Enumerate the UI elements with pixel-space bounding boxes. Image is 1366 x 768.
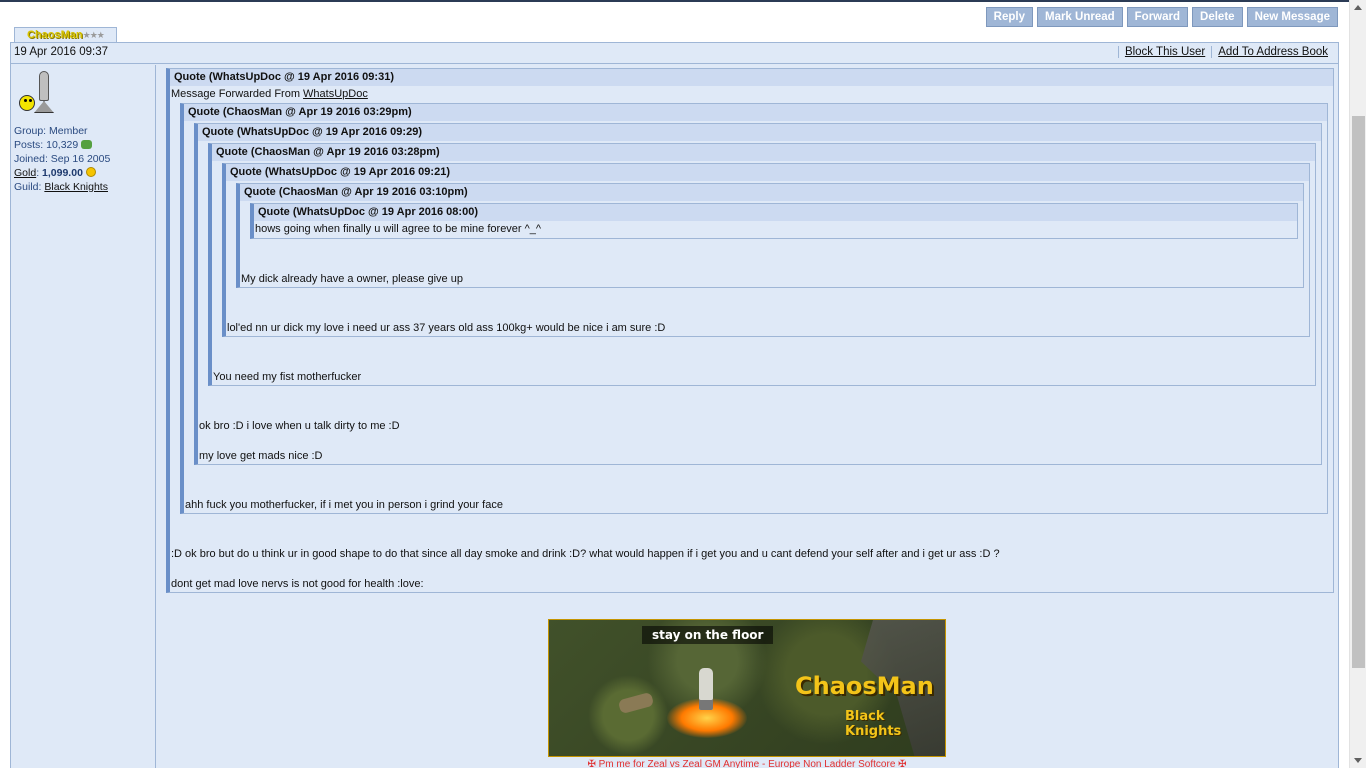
author-name-tab[interactable]: ChaosMan★★★: [14, 27, 117, 42]
forward-button[interactable]: Forward: [1126, 7, 1189, 27]
quote-body: hows going when finally u will agree to …: [254, 221, 1297, 238]
forwarded-from-link[interactable]: WhatsUpDoc: [303, 88, 368, 100]
message-text: my love get mads nice :D: [199, 450, 323, 462]
add-to-address-book-link[interactable]: Add To Address Book: [1211, 46, 1334, 58]
rank-stars-icon: ★★★: [82, 30, 105, 40]
author-guild: Guild: Black Knights: [14, 180, 152, 194]
message-text: hows going when finally u will agree to …: [255, 223, 542, 235]
banner-knight-figure: [699, 668, 713, 710]
scroll-down-icon[interactable]: [1354, 758, 1362, 763]
author-posts: Posts: 10,329: [14, 138, 152, 152]
scroll-up-icon[interactable]: [1354, 5, 1362, 10]
message-text: You need my fist motherfucker: [213, 371, 362, 383]
author-name[interactable]: ChaosMan: [27, 29, 83, 41]
gold-coin-icon: [85, 167, 96, 177]
people-icon: [81, 140, 93, 149]
statue-base-icon: [34, 101, 54, 113]
avatar: [19, 71, 63, 119]
quote-header: Quote (ChaosMan @ Apr 19 2016 03:10pm): [240, 184, 1303, 201]
message-text: :D ok bro but do u think ur in good shap…: [171, 548, 1000, 560]
quote-body: Quote (WhatsUpDoc @ 19 Apr 2016 08:00) h…: [240, 201, 1303, 287]
quote-body: Message Forwarded From WhatsUpDoc Quote …: [170, 86, 1333, 592]
quote-header: Quote (WhatsUpDoc @ 19 Apr 2016 09:29): [198, 124, 1321, 141]
quote-body: Quote (WhatsUpDoc @ 19 Apr 2016 09:29) Q…: [184, 121, 1327, 513]
message-text: ok bro :D i love when u talk dirty to me…: [199, 420, 400, 432]
message-text: dont get mad love nervs is not good for …: [171, 578, 424, 590]
message-action-bar: Reply Mark Unread Forward Delete New Mes…: [985, 7, 1338, 27]
banner-tagline: stay on the floor: [642, 626, 774, 644]
quote-block: Quote (WhatsUpDoc @ 19 Apr 2016 09:31) M…: [166, 68, 1334, 593]
delete-button[interactable]: Delete: [1192, 7, 1243, 27]
block-user-link[interactable]: Block This User: [1117, 46, 1211, 58]
quote-block: Quote (ChaosMan @ Apr 19 2016 03:29pm) Q…: [180, 103, 1328, 514]
quote-block: Quote (ChaosMan @ Apr 19 2016 03:10pm) Q…: [236, 183, 1304, 288]
forwarded-prefix: Message Forwarded From: [171, 88, 304, 100]
vertical-scrollbar[interactable]: [1349, 0, 1366, 768]
guild-link[interactable]: Black Knights: [44, 181, 108, 193]
quote-header: Quote (ChaosMan @ Apr 19 2016 03:28pm): [212, 144, 1315, 161]
author-gold: Gold: 1,099.00: [14, 166, 152, 180]
quote-header: Quote (WhatsUpDoc @ 19 Apr 2016 09:31): [170, 69, 1333, 86]
quote-body: Quote (WhatsUpDoc @ 19 Apr 2016 09:21) Q…: [212, 161, 1315, 385]
quote-header: Quote (WhatsUpDoc @ 19 Apr 2016 09:21): [226, 164, 1309, 181]
post-header-links: Block This User Add To Address Book: [1117, 46, 1334, 58]
quote-block: Quote (WhatsUpDoc @ 19 Apr 2016 09:21) Q…: [222, 163, 1310, 337]
signature-text: ✠ Pm me for Zeal vs Zeal GM Anytime - Eu…: [587, 759, 907, 768]
posts-label: Posts:: [14, 139, 44, 151]
author-sidebar: Group: Member Posts: 10,329 Joined: Sep …: [11, 65, 156, 768]
message-text: My dick already have a owner, please giv…: [241, 273, 463, 285]
message-text: lol'ed nn ur dick my love i need ur ass …: [227, 322, 666, 334]
statue-figure-icon: [39, 71, 49, 101]
reply-button[interactable]: Reply: [985, 7, 1033, 27]
post-header: 19 Apr 2016 09:37 Block This User Add To…: [11, 43, 1338, 64]
banner-guild: Black Knights: [845, 709, 902, 739]
post-date: 19 Apr 2016 09:37: [14, 46, 108, 58]
scrollbar-thumb[interactable]: [1352, 116, 1365, 668]
gold-label-link[interactable]: Gold: [14, 167, 36, 179]
mark-unread-button[interactable]: Mark Unread: [1036, 7, 1123, 27]
guild-label: Guild:: [14, 181, 42, 193]
message-post: 19 Apr 2016 09:37 Block This User Add To…: [10, 42, 1339, 768]
signature-banner-image[interactable]: stay on the floor ChaosMan Black Knights: [548, 619, 946, 757]
quote-header: Quote (WhatsUpDoc @ 19 Apr 2016 08:00): [254, 204, 1297, 221]
quote-block: Quote (ChaosMan @ Apr 19 2016 03:28pm) Q…: [208, 143, 1316, 386]
smiley-icon: [19, 95, 35, 111]
forwarded-note: Message Forwarded From WhatsUpDoc: [170, 86, 1333, 103]
quote-body: Quote (ChaosMan @ Apr 19 2016 03:10pm) Q…: [226, 181, 1309, 336]
author-joined: Joined: Sep 16 2005: [14, 153, 111, 165]
message-content: Quote (WhatsUpDoc @ 19 Apr 2016 09:31) M…: [166, 68, 1337, 593]
author-group: Group: Member: [14, 125, 88, 137]
banner-name: ChaosMan: [795, 672, 934, 700]
quote-block: Quote (WhatsUpDoc @ 19 Apr 2016 08:00) h…: [250, 203, 1298, 239]
quote-block: Quote (WhatsUpDoc @ 19 Apr 2016 09:29) Q…: [194, 123, 1322, 465]
posts-count: 10,329: [46, 139, 79, 151]
gold-amount: 1,099.00: [42, 167, 83, 179]
message-text: ahh fuck you motherfucker, if i met you …: [185, 499, 503, 511]
new-message-button[interactable]: New Message: [1246, 7, 1338, 27]
quote-header: Quote (ChaosMan @ Apr 19 2016 03:29pm): [184, 104, 1327, 121]
top-border: [0, 0, 1366, 2]
quote-body: Quote (ChaosMan @ Apr 19 2016 03:28pm) Q…: [198, 141, 1321, 464]
